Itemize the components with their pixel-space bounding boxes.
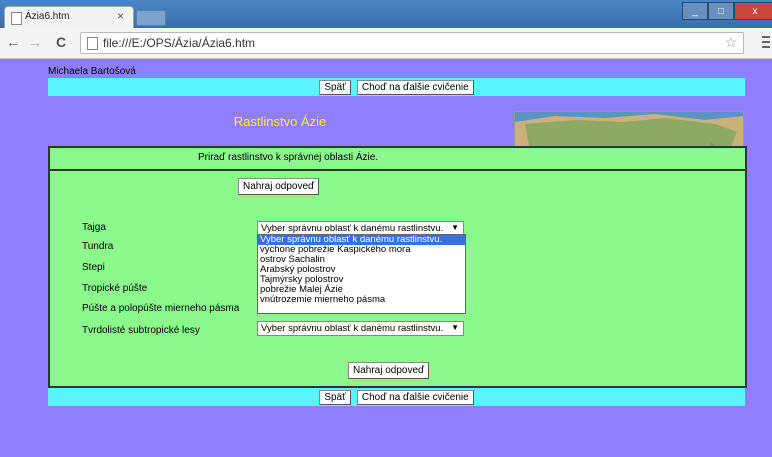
plant-label-puste-mierneho-pasma: Púšte a polopúšte mierneho pásma [82,303,240,314]
maximize-button[interactable]: □ [708,2,734,20]
menu-icon[interactable] [762,36,770,48]
back-button[interactable]: Späť [319,389,351,405]
window-controls: _ □ x [682,2,772,20]
browser-tab[interactable]: Ázia6.htm × [4,6,134,29]
close-window-button[interactable]: x [734,2,772,20]
plant-label-stepi: Stepi [82,262,105,273]
plant-label-tvrdoliste-lesy: Tvrdolisté subtropické lesy [82,325,200,336]
author-name: Michaela Bartošová [48,66,136,77]
star-icon[interactable]: ☆ [724,34,737,51]
region-dropdown-list[interactable]: Vyber správnu oblasť k danému rastlinstv… [257,234,466,314]
close-icon[interactable]: × [117,9,124,23]
top-nav-bar: Späť Choď na ďalšie cvičenie [48,78,745,96]
instruction-bar: Priraď rastlinstvo k správnej oblasti Áz… [50,148,745,171]
page-title: Rastlinstvo Ázie [233,114,327,129]
dropdown-option[interactable]: vnútrozemie mierneho pásma [258,295,465,305]
plant-label-tundra: Tundra [82,241,114,252]
new-tab-button[interactable] [136,10,166,26]
page-icon [11,12,22,25]
page-icon [87,37,98,50]
back-arrow-icon[interactable]: ← [6,34,20,50]
selected-value: Vyber správnu oblasť k danému rastlinstv… [261,223,444,234]
tab-title: Ázia6.htm [25,11,70,22]
selected-value: Vyber správnu oblasť k danému rastlinstv… [261,323,444,334]
back-button[interactable]: Späť [319,79,351,95]
next-exercise-button[interactable]: Choď na ďalšie cvičenie [356,389,474,405]
url-text: file:///E:/OPS/Ázia/Ázia6.htm [103,36,256,50]
chevron-down-icon: ▼ [451,323,459,332]
submit-answer-button-top[interactable]: Nahraj odpoveď [238,178,320,195]
browser-titlebar: Ázia6.htm × _ □ x [0,0,772,29]
region-select-tvrdoliste-lesy[interactable]: Vyber správnu oblasť k danému rastlinstv… [257,321,464,336]
browser-toolbar: ← → C file:///E:/OPS/Ázia/Ázia6.htm ☆ [0,28,772,59]
forward-arrow-icon[interactable]: → [28,34,42,50]
plant-label-tropicke-puste: Tropické púšte [82,283,148,294]
reload-icon[interactable]: C [56,34,66,50]
chevron-down-icon: ▼ [451,223,459,232]
minimize-button[interactable]: _ [682,2,708,20]
next-exercise-button[interactable]: Choď na ďalšie cvičenie [356,79,474,95]
bottom-nav-bar: Späť Choď na ďalšie cvičenie [48,388,745,406]
address-bar[interactable]: file:///E:/OPS/Ázia/Ázia6.htm ☆ [80,32,744,54]
instruction-text: Priraď rastlinstvo k správnej oblasti Áz… [198,152,379,163]
plant-label-tajga: Tajga [82,222,106,233]
submit-answer-button-bottom[interactable]: Nahraj odpoveď [348,362,430,379]
